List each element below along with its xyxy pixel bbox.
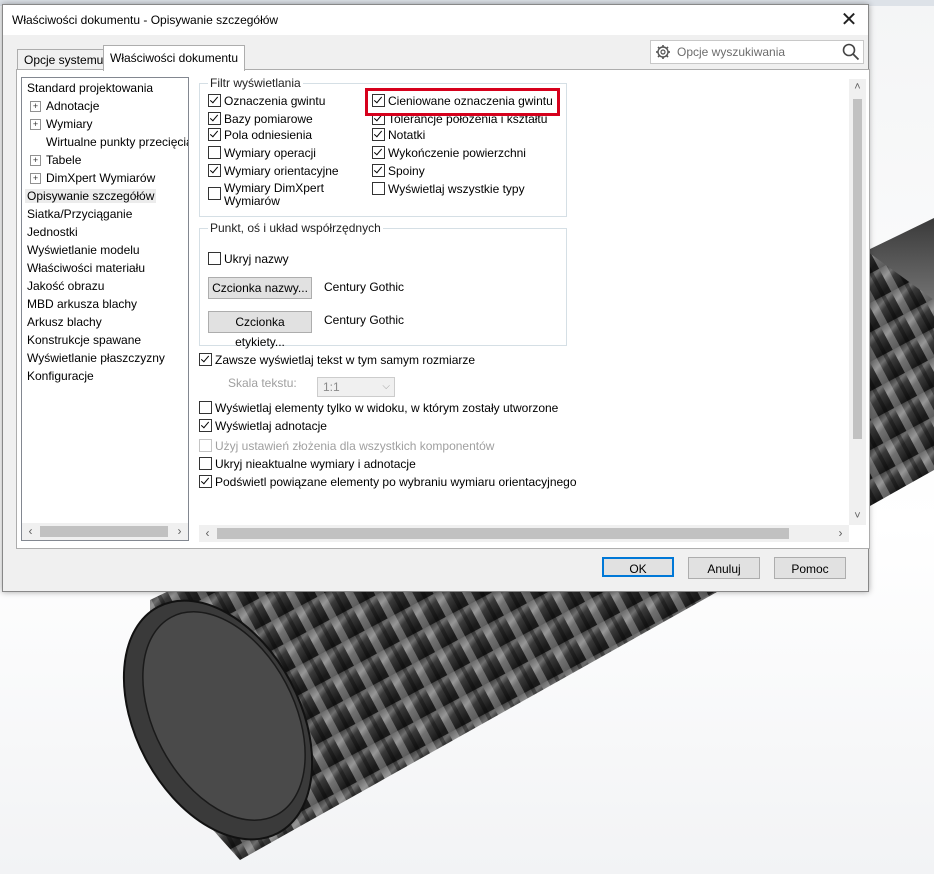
name-font-value: Century Gothic [324, 280, 405, 294]
horizontal-scrollbar[interactable]: ‹ › [199, 525, 849, 542]
name-font-button[interactable]: Czcionka nazwy... [208, 277, 312, 299]
checkbox[interactable] [208, 128, 221, 141]
checkbox[interactable] [199, 419, 212, 432]
tree-item-configurations[interactable]: Konfiguracje [27, 367, 94, 385]
tree-item-model-display[interactable]: Wyświetlanie modelu [27, 241, 140, 259]
scrollbar-thumb[interactable] [217, 528, 789, 539]
expand-plus-icon[interactable]: + [30, 155, 41, 166]
tree-item-detailing[interactable]: Opisywanie szczegółów [25, 187, 157, 205]
gear-icon [656, 45, 670, 59]
window-title: Właściwości dokumentu - Opisywanie szcze… [12, 13, 279, 27]
tree-item-material-properties[interactable]: Właściwości materiału [27, 259, 145, 277]
ok-button[interactable]: OK [602, 557, 674, 577]
tree-item-standard[interactable]: Standard projektowania [27, 79, 153, 97]
scroll-down-icon[interactable]: ˅ [849, 508, 866, 525]
tree-item-sheet-metal[interactable]: Arkusz blachy [27, 313, 102, 331]
scroll-right-icon[interactable]: › [171, 523, 188, 540]
checkbox[interactable] [199, 457, 212, 470]
checkbox[interactable] [372, 146, 385, 159]
document-properties-dialog: Właściwości dokumentu - Opisywanie szcze… [2, 4, 870, 592]
expand-plus-icon[interactable]: + [30, 101, 41, 112]
checkbox[interactable] [372, 164, 385, 177]
group-title: Punkt, oś i układ współrzędnych [208, 221, 383, 235]
scrollbar-thumb[interactable] [40, 526, 168, 537]
checkbox[interactable] [372, 94, 385, 107]
checkbox[interactable] [208, 146, 221, 159]
tree-item-grid-snap[interactable]: Siatka/Przyciąganie [27, 205, 132, 223]
help-button[interactable]: Pomoc [774, 557, 846, 579]
title-bar: Właściwości dokumentu - Opisywanie szcze… [3, 5, 868, 35]
search-icon[interactable] [842, 43, 860, 61]
cancel-button[interactable]: Anuluj [688, 557, 760, 579]
checkbox[interactable] [372, 128, 385, 141]
tree-item-image-quality[interactable]: Jakość obrazu [27, 277, 104, 295]
scroll-left-icon[interactable]: ‹ [199, 525, 216, 542]
checkbox[interactable] [199, 353, 212, 366]
category-tree[interactable]: Standard projektowania + Adnotacje + Wym… [21, 77, 189, 541]
scroll-right-icon[interactable]: › [832, 525, 849, 542]
tree-item-sheet-metal-mbd[interactable]: MBD arkusza blachy [27, 295, 137, 313]
checkbox[interactable] [199, 475, 212, 488]
label-font-value: Century Gothic [324, 313, 405, 327]
text-scale-label: Skala tekstu: [228, 376, 297, 390]
text-scale-select[interactable]: 1:1 ⌵ [317, 377, 395, 397]
tab-document-properties[interactable]: Właściwości dokumentu [103, 45, 246, 71]
search-options[interactable] [650, 40, 864, 64]
checkbox [199, 439, 212, 452]
scroll-up-icon[interactable]: ˄ [849, 79, 866, 96]
tree-item-weldments[interactable]: Konstrukcje spawane [27, 331, 141, 349]
tree-item-plane-display[interactable]: Wyświetlanie płaszczyzny [27, 349, 165, 367]
expand-plus-icon[interactable]: + [30, 119, 41, 130]
tree-item-virtual-sharps[interactable]: Wirtualne punkty przecięcia [46, 133, 188, 151]
close-icon[interactable]: ✕ [836, 8, 862, 32]
vertical-scrollbar[interactable]: ˄ ˅ [849, 79, 866, 525]
tree-item-units[interactable]: Jednostki [27, 223, 78, 241]
checkbox[interactable] [208, 252, 221, 265]
label-font-button[interactable]: Czcionka etykiety... [208, 311, 312, 349]
group-title: Filtr wyświetlania [208, 76, 303, 90]
checkbox[interactable] [208, 112, 221, 125]
search-input[interactable] [675, 43, 839, 61]
expand-plus-icon[interactable]: + [30, 173, 41, 184]
checkbox[interactable] [199, 401, 212, 414]
tree-horizontal-scrollbar[interactable]: ‹ › [22, 523, 188, 540]
checkbox[interactable] [208, 164, 221, 177]
checkbox[interactable] [208, 94, 221, 107]
chevron-down-icon: ⌵ [382, 381, 390, 392]
checkbox[interactable] [372, 182, 385, 195]
scroll-left-icon[interactable]: ‹ [22, 523, 39, 540]
checkbox[interactable] [208, 187, 221, 200]
tab-system-options[interactable]: Opcje systemu [17, 49, 111, 70]
scrollbar-thumb[interactable] [853, 99, 862, 439]
